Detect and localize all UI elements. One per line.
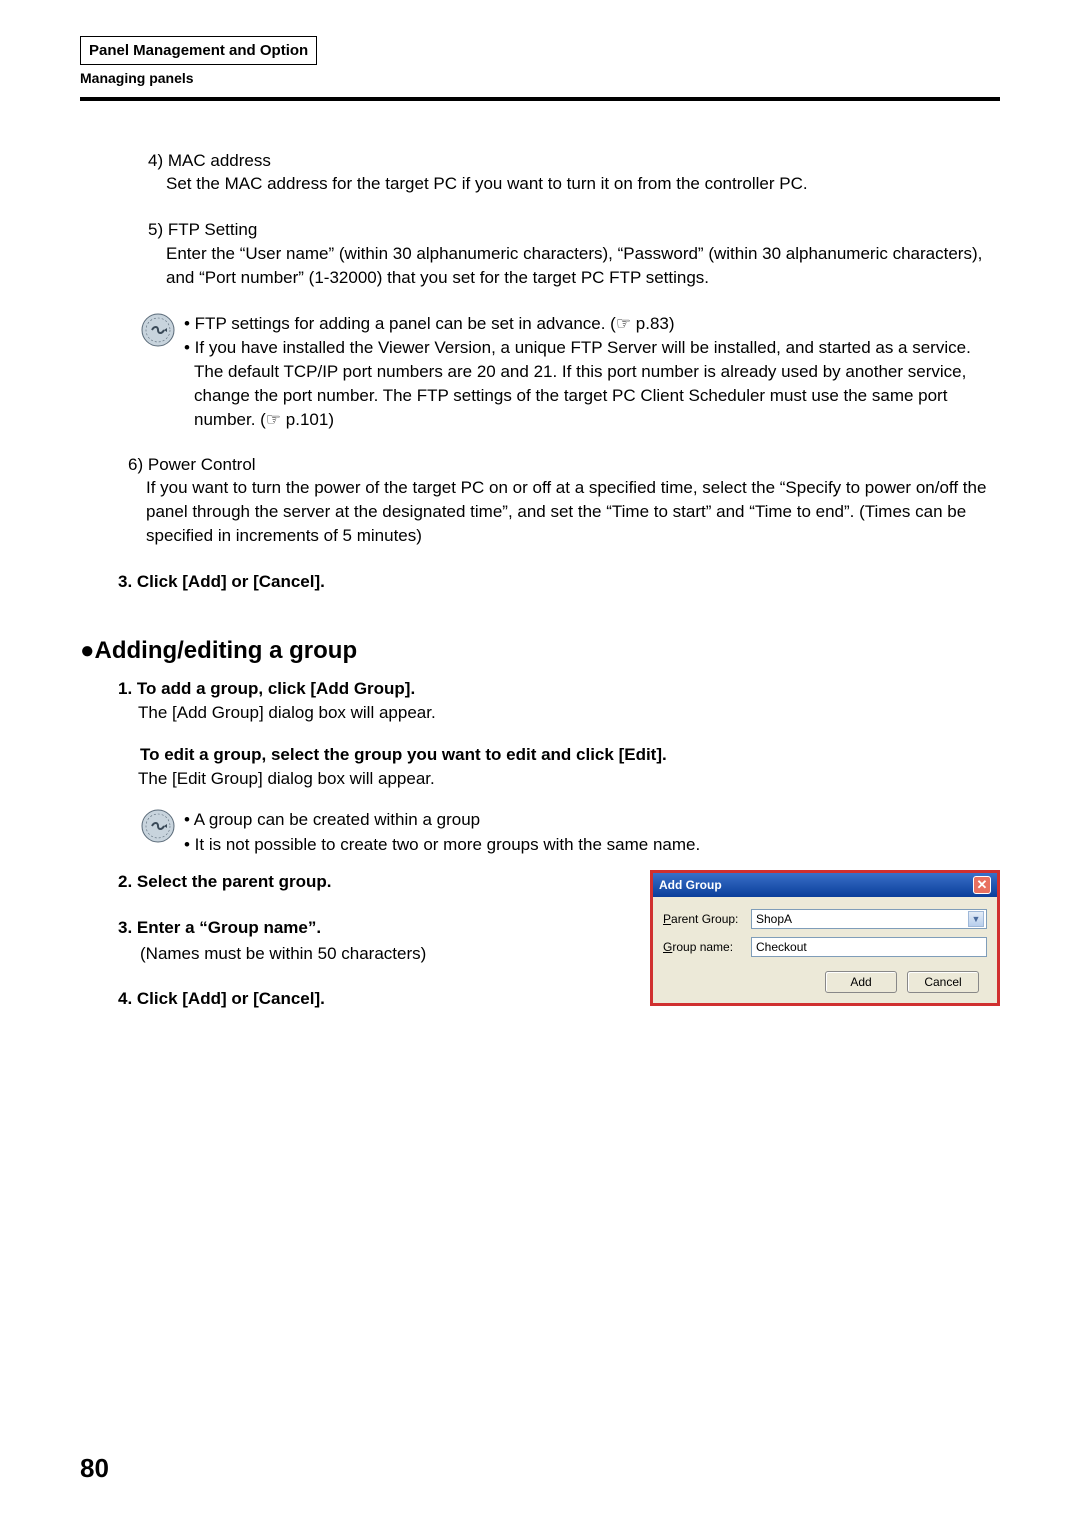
step-1b-bold: To edit a group, select the group you wa… [140, 743, 1000, 767]
dialog-title-text: Add Group [659, 877, 722, 894]
item-title: MAC address [168, 151, 271, 170]
add-button[interactable]: Add [825, 971, 897, 993]
note-bullet: • A group can be created within a group [184, 808, 1000, 832]
list-item-4: 4) MAC address Set the MAC address for t… [148, 149, 1000, 197]
item-title: Power Control [148, 455, 256, 474]
item-number: 5) [148, 220, 163, 239]
step-1-body: The [Add Group] dialog box will appear. [138, 701, 1000, 725]
section-heading: ●Adding/editing a group [80, 634, 1000, 668]
item-desc: Set the MAC address for the target PC if… [166, 172, 1000, 196]
tips-icon [140, 312, 176, 348]
note-bullet: • If you have installed the Viewer Versi… [184, 336, 1000, 431]
note-block-1: • FTP settings for adding a panel can be… [140, 312, 1000, 433]
header-category: Panel Management and Option [80, 36, 317, 65]
add-group-dialog: Add Group ✕ Parent Group: ShopA ▼ Gro [650, 870, 1000, 1006]
item-desc: Enter the “User name” (within 30 alphanu… [166, 242, 1000, 290]
page-number: 80 [80, 1450, 109, 1486]
parent-group-label: Parent Group: [663, 911, 745, 928]
group-name-input[interactable]: Checkout [751, 937, 987, 957]
item-number: 6) [128, 455, 143, 474]
parent-group-select[interactable]: ShopA ▼ [751, 909, 987, 929]
item-desc: If you want to turn the power of the tar… [146, 476, 1000, 547]
note-bullet: • It is not possible to create two or mo… [184, 833, 1000, 857]
close-icon[interactable]: ✕ [973, 876, 991, 894]
group-name-label: Group name: [663, 939, 745, 956]
step-1-bold: 1. To add a group, click [Add Group]. [118, 677, 1000, 701]
step-3b-bold: 3. Enter a “Group name”. [118, 916, 626, 940]
cancel-button[interactable]: Cancel [907, 971, 979, 993]
item-number: 4) [148, 151, 163, 170]
list-item-5: 5) FTP Setting Enter the “User name” (wi… [148, 218, 1000, 289]
step-1b-body: The [Edit Group] dialog box will appear. [138, 767, 1000, 791]
header-subtitle: Managing panels [80, 69, 1000, 89]
item-title: FTP Setting [168, 220, 257, 239]
chevron-down-icon[interactable]: ▼ [968, 911, 984, 927]
parent-group-value: ShopA [756, 911, 792, 928]
step-3: 3. Click [Add] or [Cancel]. [118, 570, 1000, 594]
step-2-bold: 2. Select the parent group. [118, 870, 626, 894]
header-divider [80, 97, 1000, 101]
tips-icon [140, 808, 176, 844]
step-4-bold: 4. Click [Add] or [Cancel]. [118, 987, 626, 1011]
note-block-2: • A group can be created within a group … [140, 808, 1000, 858]
group-name-value: Checkout [756, 939, 807, 956]
list-item-6: 6) Power Control If you want to turn the… [128, 453, 1000, 548]
step-3b-body: (Names must be within 50 characters) [140, 942, 626, 966]
dialog-titlebar: Add Group ✕ [653, 873, 997, 897]
note-bullet: • FTP settings for adding a panel can be… [184, 312, 1000, 336]
